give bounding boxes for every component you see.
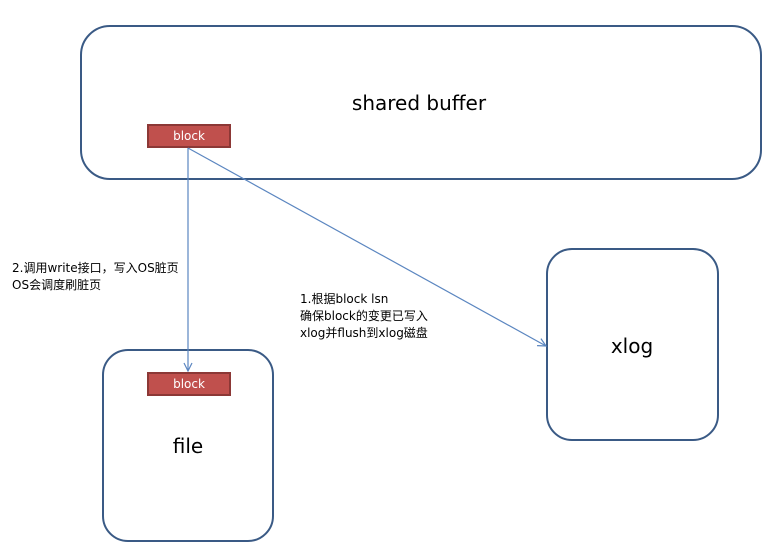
flush-note: 1.根据block lsn 确保block的变更已写入 xlog并flush到x… [300, 291, 428, 342]
write-note-line2: OS会调度刷脏页 [12, 278, 102, 292]
flush-note-line3: xlog并flush到xlog磁盘 [300, 326, 428, 340]
flush-note-line1: 1.根据block lsn [300, 292, 389, 306]
write-note: 2.调用write接口，写入OS脏页 OS会调度刷脏页 [12, 260, 179, 294]
write-note-line1: 2.调用write接口，写入OS脏页 [12, 261, 179, 275]
flush-note-line2: 确保block的变更已写入 [300, 309, 428, 323]
